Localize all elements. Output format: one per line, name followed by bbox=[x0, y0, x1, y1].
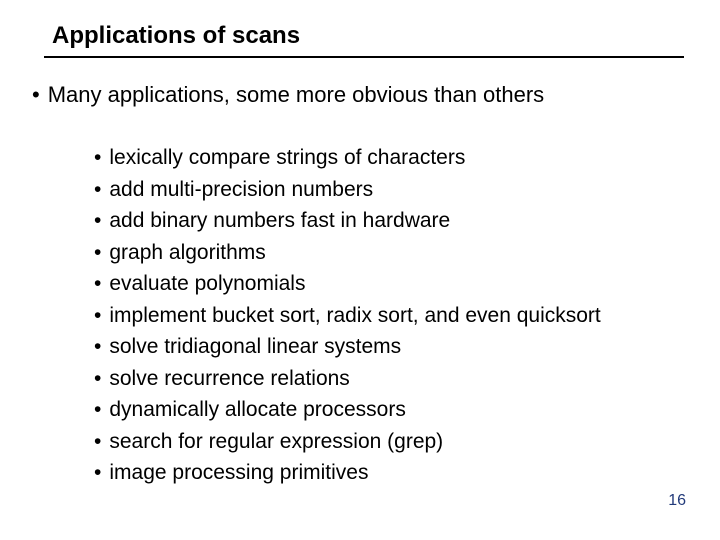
slide-title: Applications of scans bbox=[52, 22, 692, 56]
bullet-icon: • bbox=[94, 367, 101, 390]
list-item: • image processing primitives bbox=[94, 457, 692, 489]
item-text: graph algorithms bbox=[109, 241, 265, 264]
bullet-icon: • bbox=[94, 241, 101, 264]
bullet-icon: • bbox=[32, 82, 40, 107]
list-item: • graph algorithms bbox=[94, 237, 692, 269]
item-text: implement bucket sort, radix sort, and e… bbox=[109, 304, 600, 327]
page-number: 16 bbox=[668, 492, 686, 510]
list-item: • search for regular expression (grep) bbox=[94, 426, 692, 458]
title-underline bbox=[44, 56, 684, 58]
item-text: search for regular expression (grep) bbox=[109, 430, 443, 453]
list-item: • add multi-precision numbers bbox=[94, 174, 692, 206]
lead-text: Many applications, some more obvious tha… bbox=[48, 82, 544, 107]
bullet-icon: • bbox=[94, 209, 101, 232]
item-text: dynamically allocate processors bbox=[109, 398, 405, 421]
list-item: • dynamically allocate processors bbox=[94, 394, 692, 426]
bullet-icon: • bbox=[94, 178, 101, 201]
item-text: add binary numbers fast in hardware bbox=[109, 209, 450, 232]
bullet-icon: • bbox=[94, 272, 101, 295]
item-text: image processing primitives bbox=[109, 461, 368, 484]
bullet-icon: • bbox=[94, 430, 101, 453]
item-text: evaluate polynomials bbox=[109, 272, 305, 295]
list-item: • lexically compare strings of characters bbox=[94, 142, 692, 174]
item-text: lexically compare strings of characters bbox=[109, 146, 465, 169]
bullet-icon: • bbox=[94, 335, 101, 358]
list-item: • evaluate polynomials bbox=[94, 268, 692, 300]
bullet-icon: • bbox=[94, 461, 101, 484]
bullet-icon: • bbox=[94, 146, 101, 169]
list-item: • solve tridiagonal linear systems bbox=[94, 331, 692, 363]
lead-line: • Many applications, some more obvious th… bbox=[32, 82, 692, 108]
slide: Applications of scans • Many applications… bbox=[0, 0, 720, 540]
item-text: solve recurrence relations bbox=[109, 367, 349, 390]
list-item: • solve recurrence relations bbox=[94, 363, 692, 395]
item-text: add multi-precision numbers bbox=[109, 178, 373, 201]
item-list: • lexically compare strings of characters… bbox=[94, 142, 692, 489]
item-text: solve tridiagonal linear systems bbox=[109, 335, 401, 358]
list-item: • implement bucket sort, radix sort, and … bbox=[94, 300, 692, 332]
bullet-icon: • bbox=[94, 398, 101, 421]
list-item: • add binary numbers fast in hardware bbox=[94, 205, 692, 237]
bullet-icon: • bbox=[94, 304, 101, 327]
